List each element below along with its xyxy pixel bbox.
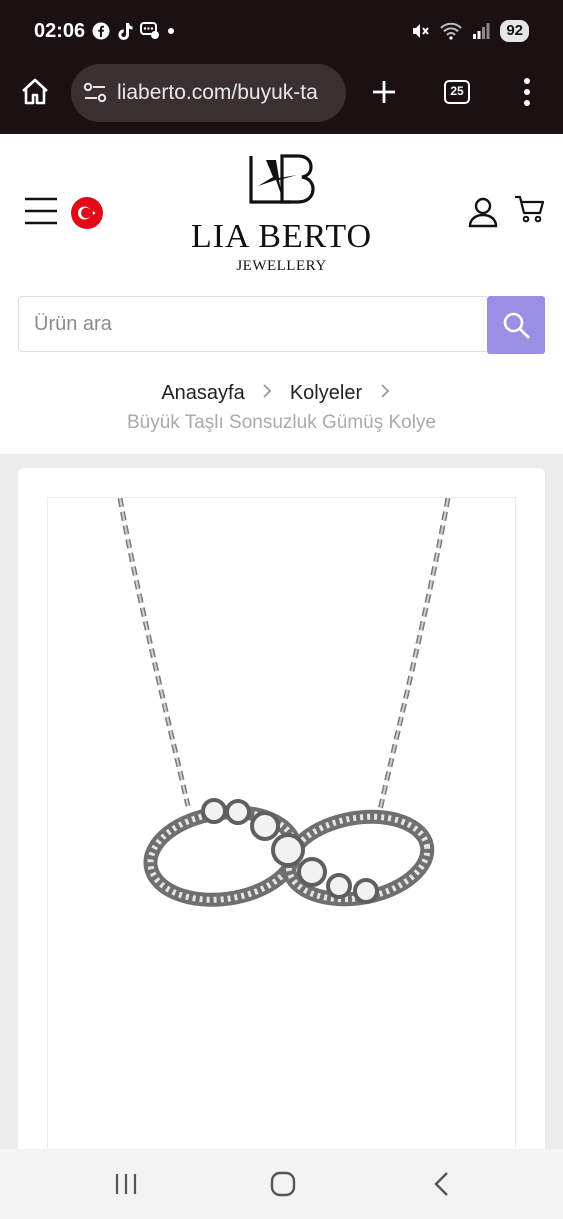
search-input[interactable] [18, 296, 487, 352]
chat-icon [140, 22, 159, 39]
necklace-image [117, 498, 451, 907]
wifi-icon [440, 22, 463, 40]
product-image[interactable] [47, 497, 516, 1177]
brand-subtitle: JEWELLERY [236, 258, 327, 274]
battery-indicator: 92 [500, 20, 529, 42]
search-bar [18, 296, 545, 354]
address-bar[interactable]: liaberto.com/buyuk-ta [71, 64, 346, 122]
signal-icon [473, 23, 490, 39]
more-menu-icon[interactable] [518, 77, 536, 107]
facebook-icon [92, 22, 110, 40]
notification-icons [92, 21, 176, 41]
search-icon [503, 312, 530, 339]
breadcrumb: Anasayfa Kolyeler [0, 382, 563, 405]
home-button-icon[interactable] [270, 1171, 296, 1197]
breadcrumb-category-link[interactable]: Kolyeler [290, 382, 362, 404]
status-time: 02:06 [34, 20, 86, 42]
system-icons: 92 [410, 20, 529, 42]
cart-icon[interactable] [514, 194, 546, 224]
chevron-right-icon [262, 383, 272, 404]
mute-icon [413, 24, 430, 38]
back-icon[interactable] [432, 1171, 450, 1197]
tab-switcher-button[interactable]: 25 [444, 80, 470, 104]
url-text: liaberto.com/buyuk-ta [117, 81, 318, 104]
breadcrumb-home-link[interactable]: Anasayfa [161, 382, 244, 404]
browser-toolbar: liaberto.com/buyuk-ta 25 [0, 62, 563, 134]
brand-logo-icon[interactable] [246, 154, 318, 206]
site-header: LIA BERTO JEWELLERY Anasayfa Kolyeler Bü… [0, 134, 563, 454]
dot-icon [168, 28, 174, 34]
status-bar: 02:06 92 [0, 0, 563, 62]
breadcrumb-current: Büyük Taşlı Sonsuzluk Gümüş Kolye [126, 412, 437, 433]
tiktok-icon [118, 23, 133, 40]
user-icon[interactable] [468, 196, 498, 228]
search-button[interactable] [487, 296, 545, 354]
recent-apps-icon[interactable] [114, 1173, 138, 1195]
chevron-right-icon [380, 383, 390, 404]
site-settings-icon[interactable] [83, 82, 107, 104]
system-navigation-bar [0, 1149, 563, 1219]
new-tab-icon[interactable] [370, 78, 398, 106]
home-icon[interactable] [20, 77, 50, 107]
product-gallery [18, 468, 545, 1177]
